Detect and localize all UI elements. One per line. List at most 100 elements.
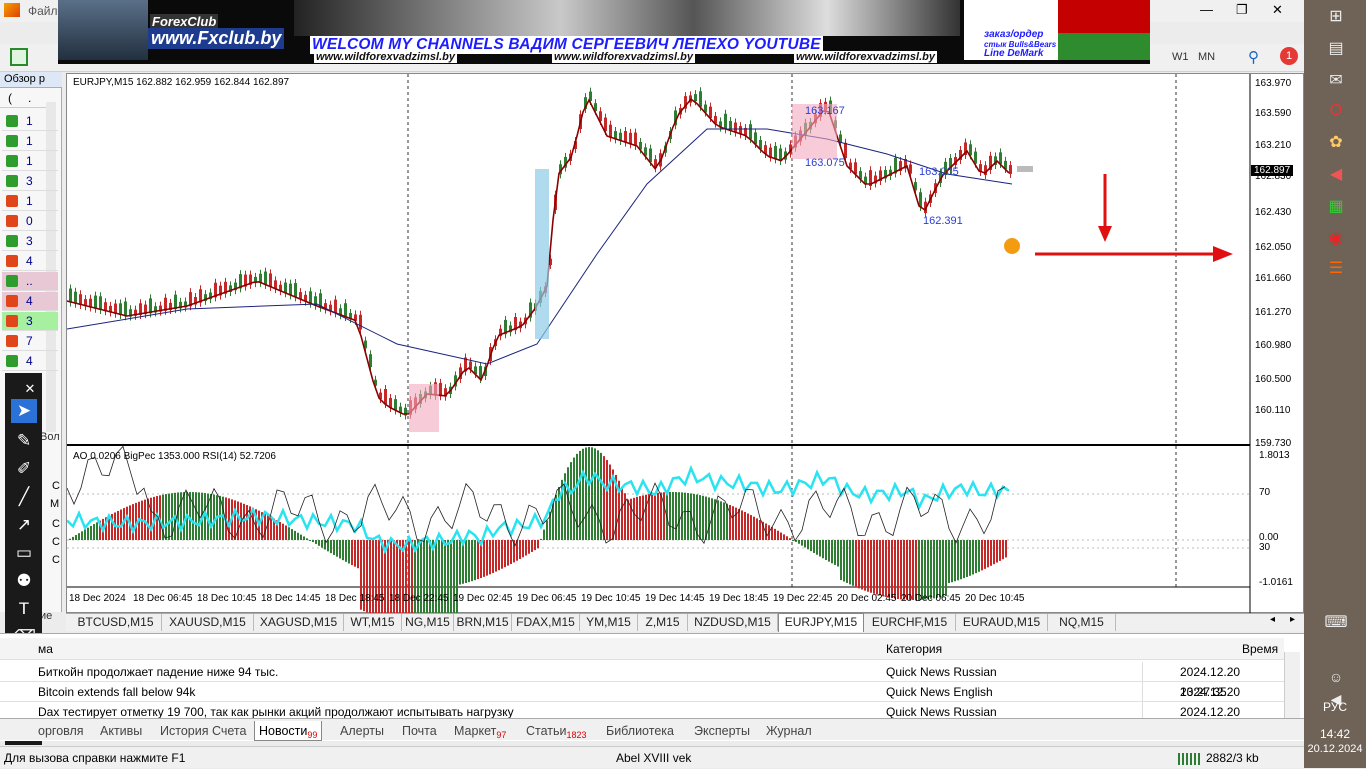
ray-tool-icon[interactable]: ↗ — [11, 513, 37, 537]
news-col-title[interactable]: ма — [38, 638, 53, 660]
chart-canvas[interactable] — [67, 74, 1305, 614]
shapes-tool-icon[interactable]: ⚉ — [11, 569, 37, 593]
arrow-up-icon — [6, 115, 18, 127]
line-tool-icon[interactable]: ╱ — [11, 485, 37, 509]
tray-icons[interactable]: ☺ ◀ — [1324, 666, 1348, 707]
terminal-tab[interactable]: Статьи1823 — [522, 721, 591, 741]
tab-scroll-right-icon[interactable]: ▸ — [1290, 614, 1295, 625]
close-icon[interactable]: ✕ — [23, 377, 37, 401]
chart-tab[interactable]: BTCUSD,M15 — [70, 614, 162, 631]
news-col-category[interactable]: Категория — [886, 638, 942, 660]
chart-tab[interactable]: EURJPY,M15 — [778, 613, 864, 632]
mw-symbol-row[interactable]: 7 — [2, 332, 58, 351]
mw-symbol-row[interactable]: 4 — [2, 292, 58, 311]
paint-icon[interactable]: ✿ — [1324, 132, 1348, 154]
candle-body — [1009, 165, 1012, 174]
terminal-tab[interactable]: Журнал — [762, 721, 816, 741]
mw-symbol-row[interactable]: 1 — [2, 152, 58, 171]
mw-symbol-row[interactable]: 1 — [2, 112, 58, 131]
text-tool-icon[interactable]: T — [11, 597, 37, 621]
mw-symbol-row[interactable]: 3 — [2, 312, 58, 331]
news-row[interactable]: Биткойн продолжает падение ниже 94 тыс. Q… — [0, 662, 1284, 699]
terminal-tab-label: орговля — [38, 724, 84, 738]
price-chart[interactable]: EURJPY,M15 162.882 162.959 162.844 162.8… — [66, 73, 1305, 614]
chart-tab[interactable]: FDAX,M15 — [512, 614, 580, 631]
news-scrollbar[interactable] — [1284, 652, 1300, 718]
chart-tab[interactable]: EURAUD,M15 — [956, 614, 1048, 631]
restore-button[interactable]: ❐ — [1236, 2, 1248, 18]
tray-date[interactable]: 20.12.2024 — [1304, 743, 1366, 755]
close-button[interactable]: ✕ — [1272, 2, 1283, 18]
rectangle-tool-icon[interactable]: ▭ — [11, 541, 37, 565]
terminal-tab[interactable]: Маркет97 — [450, 721, 510, 741]
pencil-tool-icon[interactable]: ✎ — [11, 429, 37, 453]
mw-symbol-row[interactable]: 4 — [2, 252, 58, 271]
terminal-tab[interactable]: Эксперты — [690, 721, 754, 741]
channel-banner: ForexClub www.Fxclub.by WELCOM MY CHANNE… — [58, 0, 1150, 64]
chart-tab[interactable]: WT,M15 — [344, 614, 402, 631]
ao-bar — [999, 540, 1001, 561]
menu-file[interactable]: Файл — [28, 4, 58, 18]
chart-tab[interactable]: NG,M15 — [402, 614, 454, 631]
ao-bar — [348, 540, 350, 564]
ao-bar — [873, 540, 875, 594]
opera-icon[interactable]: O — [1324, 100, 1348, 122]
cursor-tool-icon[interactable]: ➤ — [11, 399, 37, 423]
new-chart-icon[interactable] — [10, 48, 28, 66]
mw-row-value: 1 — [26, 134, 33, 148]
mw-symbol-row[interactable]: 4 — [2, 352, 58, 371]
marker-tool-icon[interactable]: ✐ — [11, 457, 37, 481]
terminal-tab[interactable]: Алерты — [336, 721, 388, 741]
banner-brand: ForexClub — [150, 14, 219, 29]
arrow-down-icon — [6, 315, 18, 327]
tf-mn[interactable]: MN — [1198, 51, 1215, 63]
ao-bar — [861, 540, 863, 590]
mw-symbol-row[interactable]: 1 — [2, 132, 58, 151]
minimize-button[interactable]: — — [1200, 2, 1213, 17]
tray-language[interactable]: РУС — [1304, 700, 1366, 714]
ao-bar — [210, 493, 212, 540]
chart-tab[interactable]: XAUUSD,M15 — [162, 614, 254, 631]
explorer-icon[interactable]: ▤ — [1324, 38, 1348, 60]
market-watch-title: Обзор р — [4, 73, 45, 85]
calculator-icon[interactable]: ▦ — [1324, 196, 1348, 218]
ao-bar — [819, 540, 821, 557]
mw-symbol-row[interactable]: .. — [2, 272, 58, 291]
terminal-tab[interactable]: Почта — [398, 721, 441, 741]
chart-tab[interactable]: EURCHF,M15 — [864, 614, 956, 631]
keyboard-icon[interactable]: ⌨ — [1324, 612, 1348, 634]
chart-tab[interactable]: NQ,M15 — [1048, 614, 1116, 631]
ao-bar — [567, 467, 569, 540]
mw-symbol-row[interactable]: 1 — [2, 192, 58, 211]
terminal-tab[interactable]: орговля — [34, 721, 88, 741]
mw-symbol-row[interactable]: 3 — [2, 232, 58, 251]
windows-icon[interactable]: ⊞ — [1324, 6, 1348, 28]
notification-badge[interactable]: 1 — [1280, 47, 1298, 65]
chart-tab[interactable]: BRN,M15 — [454, 614, 512, 631]
outlook-icon[interactable]: ✉ — [1324, 70, 1348, 92]
terminal-tab[interactable]: Библиотека — [602, 721, 678, 741]
ao-bar — [609, 464, 611, 540]
news-col-time[interactable]: Время — [1242, 638, 1278, 660]
ao-bar — [987, 540, 989, 568]
ao-bar — [885, 540, 887, 597]
chart-tab[interactable]: XAGUSD,M15 — [254, 614, 344, 631]
terminal-tab[interactable]: Новости99 — [254, 721, 323, 741]
tab-scroll-left-icon[interactable]: ◂ — [1270, 614, 1275, 625]
terminal-tab[interactable]: История Счета — [156, 721, 250, 741]
news-row[interactable]: Bitcoin extends fall below 94k Quick News… — [0, 682, 1284, 719]
chart-tab[interactable]: Z,M15 — [638, 614, 688, 631]
record-icon[interactable]: ◉ — [1324, 228, 1348, 250]
ao-bar — [525, 540, 527, 556]
search-icon[interactable]: ⚲ — [1248, 48, 1259, 66]
mw-symbol-row[interactable]: 0 — [2, 212, 58, 231]
terminal-tab[interactable]: Активы — [96, 721, 146, 741]
chart-tab[interactable]: NZDUSD,M15 — [688, 614, 778, 631]
tray-time[interactable]: 14:42 — [1304, 727, 1366, 741]
speaker-icon[interactable]: ◀ — [1324, 164, 1348, 186]
terminal-app-icon[interactable]: ☰ — [1324, 258, 1348, 280]
mw-symbol-row[interactable]: 3 — [2, 172, 58, 191]
tf-w1[interactable]: W1 — [1172, 51, 1189, 63]
status-profile: Abel XVIII vek — [616, 751, 692, 765]
chart-tab[interactable]: YM,M15 — [580, 614, 638, 631]
